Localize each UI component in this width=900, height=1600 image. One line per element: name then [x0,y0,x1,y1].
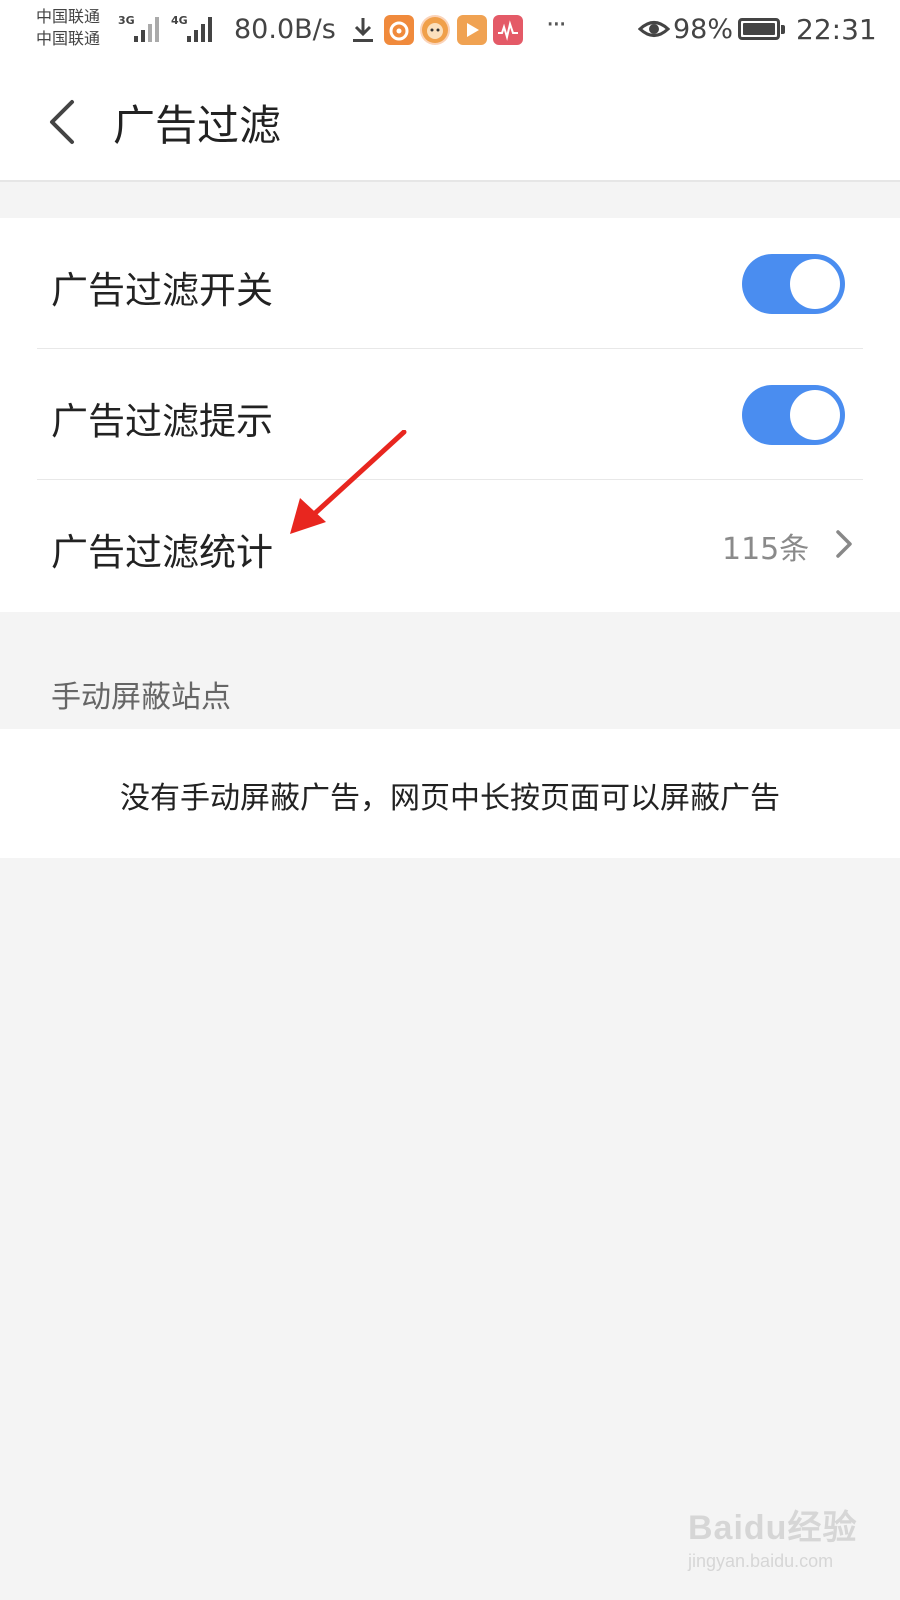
signal-strength-icon-2 [187,17,212,42]
ad-filter-hint-label: 广告过滤提示 [51,400,273,443]
ad-filter-hint-row[interactable]: 广告过滤提示 [0,349,900,480]
app-header: 广告过滤 [0,62,900,182]
music-app-icon [493,15,523,45]
back-button[interactable] [40,92,90,152]
manual-block-empty-state: 没有手动屏蔽广告，网页中长按页面可以屏蔽广告 [0,729,900,858]
battery-tip [781,25,785,34]
page-title: 广告过滤 [113,101,282,150]
annotation-arrow-icon [290,430,407,534]
ad-filter-switch-toggle[interactable] [742,254,845,314]
status-bar: 中国联通 中国联通 3G 4G 80.0B/s ··· 98% 22:31 [0,0,900,62]
manual-block-empty-text: 没有手动屏蔽广告，网页中长按页面可以屏蔽广告 [120,781,780,816]
ad-filter-switch-row[interactable]: 广告过滤开关 [0,218,900,349]
ad-filter-stats-count: 115条 [722,532,810,567]
battery-icon [738,18,780,40]
eye-icon [638,21,670,37]
lion-app-icon [420,15,450,45]
baidu-jingyan-watermark: Baidu经验 jingyan.baidu.com [688,1500,857,1572]
network-speed: 80.0B/s [234,14,336,45]
battery-percent: 98% [673,14,734,45]
ad-filter-switch-label: 广告过滤开关 [51,269,273,312]
clock: 22:31 [796,13,877,46]
settings-card: 广告过滤开关 广告过滤提示 广告过滤统计 115条 [0,218,900,612]
ad-filter-hint-toggle[interactable] [742,385,845,445]
watermark-url-text: jingyan.baidu.com [688,1551,834,1571]
chevron-right-icon [836,530,852,558]
toggle-knob [790,259,840,309]
more-notifications-icon: ··· [546,10,567,40]
back-arrow-icon [50,100,74,144]
carrier-2-label: 中国联通 [36,29,101,48]
signal-strength-icon-1 [134,17,159,42]
ad-filter-stats-row[interactable]: 广告过滤统计 115条 [0,480,900,611]
uc-browser-icon [384,15,414,45]
download-icon [353,18,373,42]
ad-filter-stats-label: 广告过滤统计 [51,531,273,574]
manual-block-section-title: 手动屏蔽站点 [51,680,231,715]
carrier-1-label: 中国联通 [36,7,101,26]
toggle-knob [790,390,840,440]
watermark-logo-text: Baidu经验 [688,1509,858,1547]
video-app-icon [457,15,487,45]
carrier-labels: 中国联通 中国联通 [36,6,100,50]
